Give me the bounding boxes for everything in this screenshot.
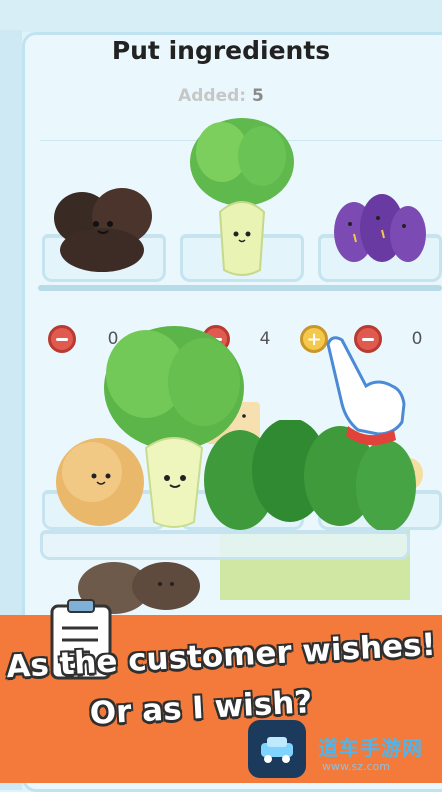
added-counter: Added: 5 xyxy=(0,86,442,106)
page-title: Put ingredients xyxy=(111,36,331,65)
shelf-top xyxy=(38,285,442,291)
purple-eggplant-icon[interactable] xyxy=(330,182,430,277)
added-count: 5 xyxy=(252,86,264,106)
added-label: Added: xyxy=(178,86,247,106)
app-logo-icon xyxy=(248,720,306,778)
watermark-text: 道车手游网 xyxy=(318,736,423,760)
bok-choy-icon[interactable] xyxy=(182,112,302,280)
counter-value-2: 4 xyxy=(259,329,271,349)
top-background xyxy=(0,0,442,32)
wood-ear-mushroom-icon[interactable] xyxy=(44,168,164,278)
pointer-hand-icon xyxy=(326,336,406,446)
car-icon xyxy=(261,737,293,763)
decrease-button-1[interactable] xyxy=(48,325,76,353)
watermark-url: www.sz.com xyxy=(322,760,390,773)
